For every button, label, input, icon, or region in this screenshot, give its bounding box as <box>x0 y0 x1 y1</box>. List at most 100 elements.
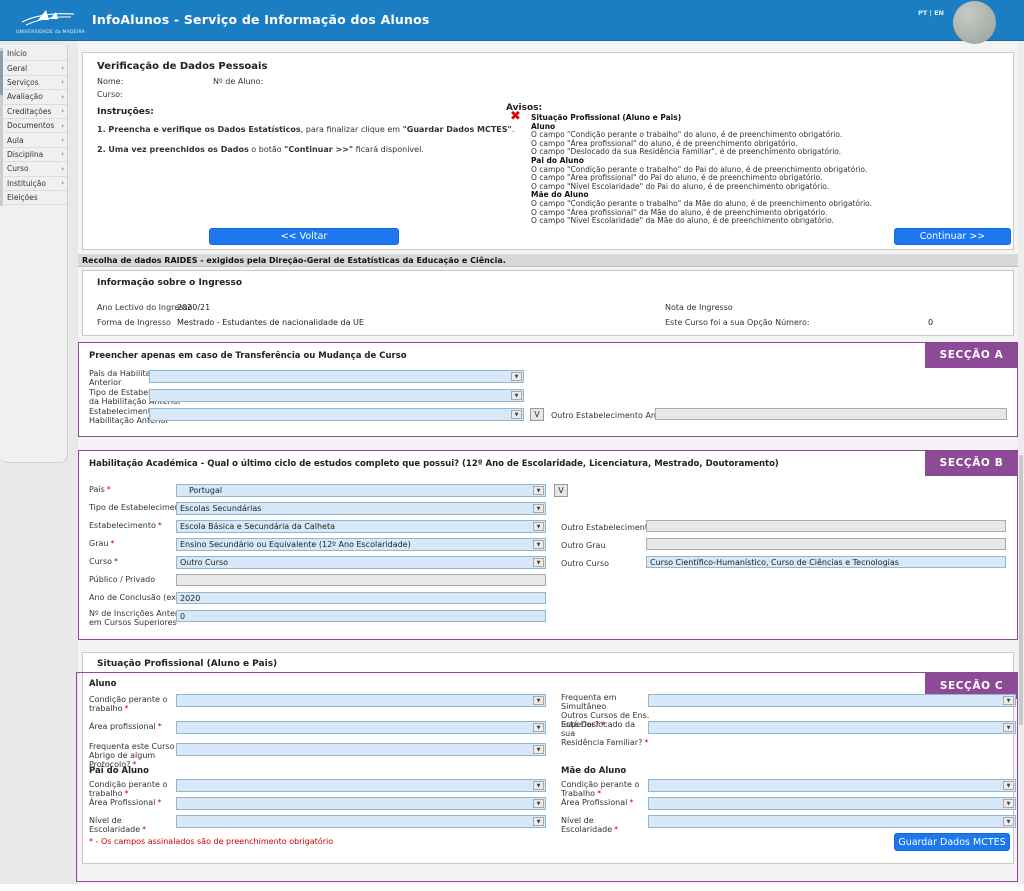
sidebar-item-servicos[interactable]: Serviços› <box>4 76 67 90</box>
dropdown-arrow-icon[interactable]: ▼ <box>533 504 544 513</box>
grau-select[interactable]: Ensino Secundário ou Equivalente (12º An… <box>176 538 546 551</box>
chevron-right-icon: › <box>61 78 64 86</box>
dropdown-arrow-icon[interactable]: ▼ <box>533 745 544 754</box>
tipo-estabelecimento-anterior-select[interactable]: ▼ <box>149 389 524 402</box>
raides-bar: Recolha de dados RAIDES - exigidos pela … <box>78 254 1018 267</box>
pais-select[interactable]: Portugal▼ <box>176 484 546 497</box>
dropdown-arrow-icon[interactable]: ▼ <box>1003 817 1014 826</box>
outro-estabelecimento-anterior-input[interactable] <box>655 408 1007 420</box>
chevron-right-icon: › <box>61 165 64 173</box>
chevron-right-icon: › <box>61 150 64 158</box>
sidebar-item-curso[interactable]: Curso› <box>4 162 67 176</box>
estabelecimento-anterior-select[interactable]: ▼ <box>149 408 524 421</box>
sidebar-item-geral[interactable]: Geral› <box>4 61 67 75</box>
instruction-2: 2. Uma vez preenchidos os Dados o botão … <box>97 145 577 154</box>
continue-button[interactable]: Continuar >> <box>894 228 1011 245</box>
avisos-list: Situação Profissional (Aluno e Pais) Alu… <box>531 114 1009 226</box>
sidebar-item-inicio[interactable]: Início <box>4 47 67 61</box>
dropdown-arrow-icon[interactable]: ▼ <box>533 486 544 495</box>
dropdown-arrow-icon[interactable]: ▼ <box>533 723 544 732</box>
estabelecimento-anterior-v-button[interactable]: V <box>530 408 544 421</box>
required-marker: * <box>110 539 114 548</box>
dropdown-arrow-icon[interactable]: ▼ <box>533 558 544 567</box>
chevron-right-icon: › <box>61 136 64 144</box>
outro-estabelecimento-input[interactable] <box>646 520 1006 532</box>
dropdown-arrow-icon[interactable]: ▼ <box>1003 723 1014 732</box>
course-label: Curso: <box>97 90 123 99</box>
aluno-area-select[interactable]: ▼ <box>176 721 546 734</box>
name-label: Nome: <box>97 77 123 86</box>
dropdown-arrow-icon[interactable]: ▼ <box>533 781 544 790</box>
protocolo-label: Frequenta este Curso aoAbrigo de algum P… <box>89 742 189 769</box>
dropdown-arrow-icon[interactable]: ▼ <box>533 799 544 808</box>
chevron-right-icon: › <box>61 93 64 101</box>
aluno-area-label: Área profissional* <box>89 722 179 731</box>
save-mctes-button[interactable]: Guardar Dados MCTES <box>894 833 1010 851</box>
aluno-title: Aluno <box>89 679 116 689</box>
deslocado-residencia-select[interactable]: ▼ <box>648 721 1016 734</box>
pai-area-label: Área Profissional* <box>89 798 179 807</box>
required-marker: * <box>107 485 111 494</box>
outro-curso-input[interactable]: Curso Científico-Humanístico, Curso de C… <box>646 556 1006 568</box>
required-fields-note: * - Os campos assinalados são de preench… <box>89 837 333 846</box>
grau-label: Grau* <box>89 539 114 548</box>
chevron-right-icon: › <box>61 64 64 72</box>
dropdown-arrow-icon[interactable]: ▼ <box>1003 781 1014 790</box>
aluno-condicao-select[interactable]: ▼ <box>176 694 546 707</box>
section-b-title: Habilitação Académica - Qual o último ci… <box>89 459 779 469</box>
section-c-panel: SECÇÃO C Aluno Condição perante o trabal… <box>76 672 1018 882</box>
dropdown-arrow-icon[interactable]: ▼ <box>511 410 522 419</box>
aluno-condicao-label: Condição perante o trabalho* <box>89 695 179 713</box>
verification-panel: Verificação de Dados Pessoais Nome: Nº d… <box>82 52 1014 250</box>
mae-title: Mãe do Aluno <box>561 766 626 776</box>
dropdown-arrow-icon[interactable]: ▼ <box>511 391 522 400</box>
tipo-estabelecimento-label: Tipo de Estabelecimento <box>89 503 188 512</box>
sidebar-item-creditacoes[interactable]: Creditações› <box>4 105 67 119</box>
dropdown-arrow-icon[interactable]: ▼ <box>511 372 522 381</box>
estabelecimento-select[interactable]: Escola Básica e Secundária da Calheta▼ <box>176 520 546 533</box>
sidebar-item-eleicoes[interactable]: Eleições <box>4 191 67 205</box>
sidebar-item-avaliacao[interactable]: Avaliação› <box>4 90 67 104</box>
forma-ingresso-value: Mestrado - Estudantes de nacionalidade d… <box>177 318 364 327</box>
mae-area-select[interactable]: ▼ <box>648 797 1016 810</box>
sidebar-item-documentos[interactable]: Documentos› <box>4 119 67 133</box>
dropdown-arrow-icon[interactable]: ▼ <box>533 522 544 531</box>
pai-nivel-select[interactable]: ▼ <box>176 815 546 828</box>
curso-select[interactable]: Outro Curso▼ <box>176 556 546 569</box>
pais-habilitacao-anterior-select[interactable]: ▼ <box>149 370 524 383</box>
dropdown-arrow-icon[interactable]: ▼ <box>533 540 544 549</box>
avatar[interactable] <box>953 1 996 44</box>
required-marker: * <box>644 738 648 747</box>
dropdown-arrow-icon[interactable]: ▼ <box>533 817 544 826</box>
language-toggle[interactable]: PT | EN <box>918 9 944 17</box>
outro-grau-input[interactable] <box>646 538 1006 550</box>
curso-label: Curso* <box>89 557 118 566</box>
frequenta-simultaneo-select[interactable]: ▼ <box>648 694 1016 707</box>
pai-area-select[interactable]: ▼ <box>176 797 546 810</box>
dropdown-arrow-icon[interactable]: ▼ <box>1003 696 1014 705</box>
dropdown-arrow-icon[interactable]: ▼ <box>533 696 544 705</box>
sidebar-scrollbar-thumb[interactable] <box>0 51 3 95</box>
publico-privado-input[interactable] <box>176 574 546 586</box>
mae-condicao-select[interactable]: ▼ <box>648 779 1016 792</box>
dropdown-arrow-icon[interactable]: ▼ <box>1003 799 1014 808</box>
sidebar-item-instituicao[interactable]: Instituição› <box>4 177 67 191</box>
pai-condicao-select[interactable]: ▼ <box>176 779 546 792</box>
outro-grau-label: Outro Grau <box>561 541 606 550</box>
sidebar-scrollbar[interactable] <box>0 48 3 206</box>
back-button[interactable]: << Voltar <box>209 228 399 245</box>
inscricoes-anteriores-input[interactable]: 0 <box>176 610 546 622</box>
mae-nivel-select[interactable]: ▼ <box>648 815 1016 828</box>
ano-conclusao-input[interactable]: 2020 <box>176 592 546 604</box>
protocolo-select[interactable]: ▼ <box>176 743 546 756</box>
sidebar-item-disciplina[interactable]: Disciplina› <box>4 148 67 162</box>
sidebar-item-aula[interactable]: Aula› <box>4 133 67 147</box>
pais-v-button[interactable]: V <box>554 484 568 497</box>
tipo-estabelecimento-select[interactable]: Escolas Secundárias▼ <box>176 502 546 515</box>
section-b-panel: SECÇÃO B Habilitação Académica - Qual o … <box>78 450 1018 640</box>
page-scrollbar-thumb[interactable] <box>1019 455 1023 725</box>
required-marker: * <box>614 825 618 834</box>
required-marker: * <box>125 704 129 713</box>
outro-estabelecimento-label: Outro Estabelecimento <box>561 523 653 532</box>
aviso-line: O campo "Deslocado da sua Residência Fam… <box>531 148 1009 157</box>
